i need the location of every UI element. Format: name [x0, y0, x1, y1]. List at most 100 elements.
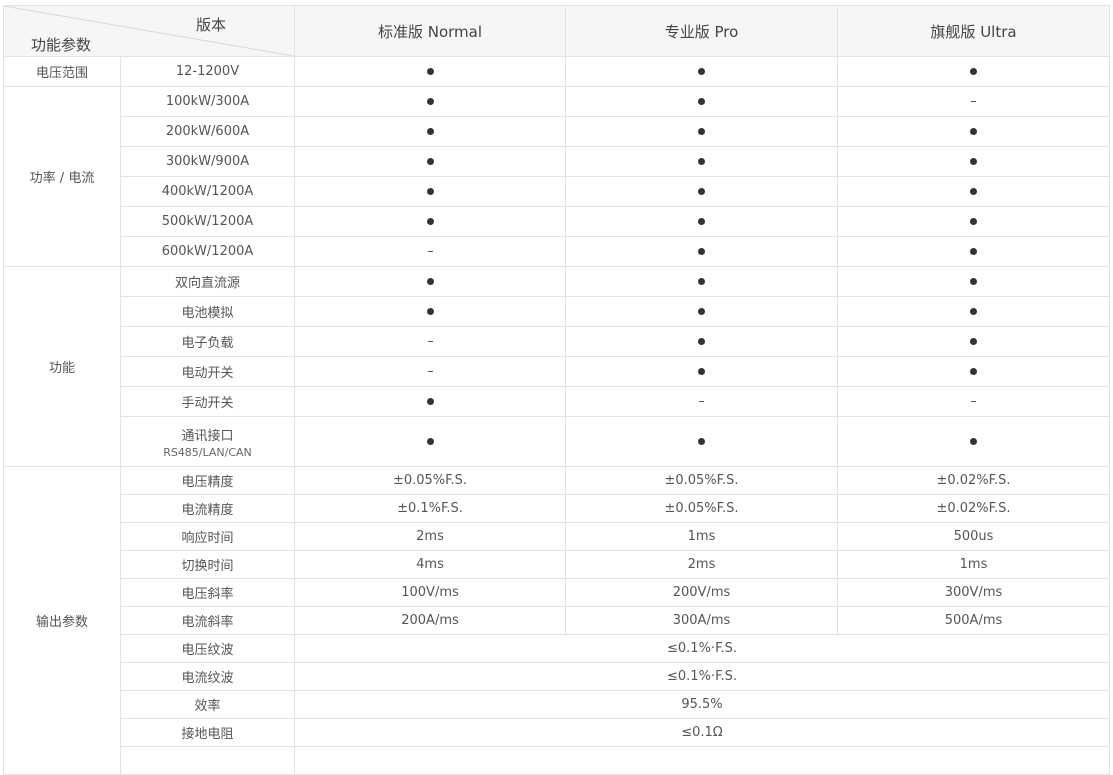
value-cell-supported	[294, 86, 566, 117]
group-voltage-range: 电压范围	[3, 56, 121, 87]
supported-dot-icon	[970, 338, 977, 345]
table-row: 电动开关	[4, 356, 1110, 387]
merged-value-cell: ≤0.1%·F.S.	[294, 662, 1110, 691]
value-cell-unsupported	[294, 326, 566, 357]
table-row: 400kW/1200A	[4, 176, 1110, 207]
value-cell: ±0.1%F.S.	[294, 494, 566, 523]
param-label: 效率	[120, 690, 295, 719]
value-cell-supported	[837, 326, 1110, 357]
supported-dot-icon	[970, 248, 977, 255]
param-label: 600kW/1200A	[120, 236, 295, 267]
value-cell-supported	[294, 116, 566, 147]
value-cell-supported	[565, 56, 838, 87]
param-label: 电压精度	[120, 466, 295, 495]
unsupported-dash-icon	[427, 371, 433, 372]
supported-dot-icon	[426, 188, 434, 195]
table-row: 电子负载	[4, 326, 1110, 357]
value-cell-supported	[294, 416, 566, 467]
table-row: 输出参数 电压精度 ±0.05%F.S. ±0.05%F.S. ±0.02%F.S.	[3, 466, 1110, 775]
supported-dot-icon	[698, 218, 705, 225]
param-label: 双向直流源	[120, 266, 295, 297]
value-cell: ±0.05%F.S.	[565, 466, 838, 495]
value-cell-supported	[837, 356, 1110, 387]
value-cell-supported	[565, 176, 838, 207]
value-cell: 2ms	[294, 522, 566, 551]
merged-value-cell: ≤0.1%·F.S.	[294, 634, 1110, 663]
supported-dot-icon	[970, 218, 977, 225]
param-label: 切换时间	[120, 550, 295, 579]
param-label: 响应时间	[120, 522, 295, 551]
value-cell-supported	[837, 56, 1110, 87]
table-row: 功率 / 电流 100kW/300A	[3, 86, 1110, 267]
value-cell: 1ms	[565, 522, 838, 551]
supported-dot-icon	[698, 188, 705, 195]
value-cell: 500A/ms	[837, 606, 1110, 635]
value-cell: 500us	[837, 522, 1110, 551]
group-power-current: 功率 / 电流	[3, 86, 121, 267]
supported-dot-icon	[698, 68, 705, 75]
value-cell-supported	[837, 416, 1110, 467]
supported-dot-icon	[970, 278, 977, 285]
value-cell-supported	[294, 266, 566, 297]
param-label: 电动开关	[120, 356, 295, 387]
table-row: 功能 双向直流源	[3, 266, 1110, 467]
supported-dot-icon	[426, 438, 434, 445]
merged-value-cell	[294, 746, 1110, 775]
table-row: 响应时间 2ms 1ms 500us	[4, 522, 1110, 551]
value-cell-supported	[837, 236, 1110, 267]
param-label: 电子负载	[120, 326, 295, 357]
supported-dot-icon	[426, 398, 434, 405]
value-cell: ±0.02%F.S.	[837, 494, 1110, 523]
value-cell-unsupported	[837, 386, 1110, 417]
spec-comparison-table: 版本 功能参数 标准版 Normal 专业版 Pro 旗舰版 Ultra 电压范…	[3, 5, 1110, 775]
supported-dot-icon	[970, 188, 977, 195]
param-label: 电流精度	[120, 494, 295, 523]
value-cell-supported	[294, 296, 566, 327]
supported-dot-icon	[426, 98, 434, 105]
supported-dot-icon	[698, 128, 705, 135]
supported-dot-icon	[698, 338, 705, 345]
param-label: 12-1200V	[120, 56, 295, 87]
value-cell-supported	[565, 416, 838, 467]
group-output-params: 输出参数	[3, 466, 121, 775]
value-cell: 200V/ms	[565, 578, 838, 607]
merged-value-cell: 95.5%	[294, 690, 1110, 719]
supported-dot-icon	[970, 68, 977, 75]
value-cell-unsupported	[294, 236, 566, 267]
supported-dot-icon	[970, 158, 977, 165]
param-label: 100kW/300A	[120, 86, 295, 117]
param-label: 500kW/1200A	[120, 206, 295, 237]
param-label: 电压纹波	[120, 634, 295, 663]
edition-header-normal: 标准版 Normal	[294, 5, 566, 57]
value-cell-supported	[565, 206, 838, 237]
unsupported-dash-icon	[699, 401, 704, 402]
supported-dot-icon	[698, 248, 705, 255]
value-cell-supported	[837, 266, 1110, 297]
param-label: 手动开关	[120, 386, 295, 417]
value-cell: 1ms	[837, 550, 1110, 579]
param-label	[120, 746, 295, 775]
value-cell-supported	[294, 206, 566, 237]
table-row: 通讯接口 RS485/LAN/CAN	[4, 416, 1110, 467]
value-cell: ±0.05%F.S.	[565, 494, 838, 523]
param-label-sub: RS485/LAN/CAN	[163, 445, 252, 459]
value-cell: 2ms	[565, 550, 838, 579]
supported-dot-icon	[426, 278, 434, 285]
supported-dot-icon	[426, 158, 434, 165]
value-cell-supported	[565, 116, 838, 147]
table-corner-header: 版本 功能参数	[3, 5, 295, 57]
supported-dot-icon	[426, 308, 434, 315]
edition-header-pro: 专业版 Pro	[565, 5, 838, 57]
value-cell: 200A/ms	[294, 606, 566, 635]
group-function: 功能	[3, 266, 121, 467]
table-row: 300kW/900A	[4, 146, 1110, 177]
value-cell-supported	[294, 56, 566, 87]
supported-dot-icon	[698, 438, 705, 445]
supported-dot-icon	[970, 368, 977, 375]
supported-dot-icon	[698, 158, 705, 165]
table-row: 效率 95.5%	[4, 690, 1110, 719]
value-cell-supported	[837, 146, 1110, 177]
param-label: 200kW/600A	[120, 116, 295, 147]
corner-label-edition: 版本	[195, 16, 226, 34]
value-cell-unsupported	[565, 386, 838, 417]
